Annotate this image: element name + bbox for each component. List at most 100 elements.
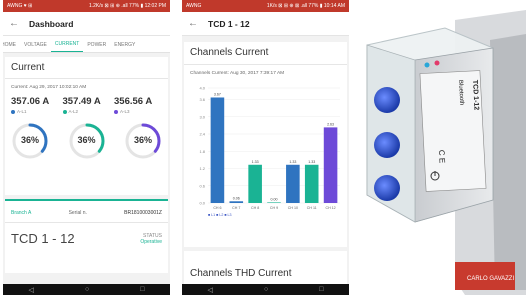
- tab-bar: HOME VOLTAGE CURRENT POWER ENERGY: [3, 36, 170, 53]
- gauge-l2: 36%: [68, 122, 106, 160]
- y-tick-label: 2.4: [199, 132, 205, 137]
- blue-button-top-icon: [374, 87, 400, 113]
- nav-back-icon[interactable]: ◁: [29, 286, 34, 294]
- y-tick-label: 0.6: [199, 183, 205, 188]
- status-label: STATUS: [143, 232, 162, 239]
- gauge-l3: 36%: [124, 122, 162, 160]
- gauge-l1-percent: 36%: [20, 135, 39, 145]
- x-tick-label: CH 10: [288, 206, 298, 210]
- status-bar: AWNG ♥ ⊞ 1.2K/s ⊠ ⊞ ⊕ .all 77% ▮ 12:02 P…: [3, 0, 170, 12]
- timestamp: Current: Aug 29, 2017 10:02:10 AM: [11, 85, 87, 90]
- section-title: Current: [11, 62, 45, 73]
- nav-back-icon[interactable]: ◁: [208, 286, 213, 294]
- timestamp: Channels Current: Aug 30, 2017 7:39:17 A…: [190, 71, 285, 76]
- android-nav-bar: ◁ ○ □: [3, 284, 170, 295]
- phase-l3-value: 356.56 A: [114, 96, 153, 107]
- y-tick-label: 3.6: [199, 97, 205, 102]
- phase-l1-value: 357.06 A: [11, 96, 50, 107]
- android-nav-bar: ◁ ○ □: [182, 284, 349, 295]
- bar-ch-6: [210, 97, 225, 203]
- channels-screen: AWNG 1K/s ⊠ ⊞ ⊕ ⊠ .all 77% ▮ 10:14 AM ← …: [182, 0, 349, 295]
- bar-ch-10: [286, 164, 300, 203]
- nav-home-icon[interactable]: ○: [264, 286, 268, 293]
- tab-voltage[interactable]: VOLTAGE: [20, 42, 51, 52]
- led-blue-icon: [424, 62, 430, 68]
- tab-current[interactable]: CURRENT: [50, 41, 84, 52]
- y-tick-label: 1.8: [199, 149, 205, 154]
- gauge-l1: 36%: [11, 122, 49, 160]
- status-right: 1K/s ⊠ ⊞ ⊕ ⊠ .all 77% ▮ 10:14 AM: [266, 3, 345, 9]
- back-arrow-icon[interactable]: ←: [9, 18, 23, 29]
- phase-l3-label: A-L3: [120, 109, 130, 114]
- phase-l2-value: 357.49 A: [62, 96, 101, 107]
- phase-value-l2: 357.49 A A-L2: [62, 96, 111, 114]
- ce-mark: C E: [437, 150, 447, 164]
- page-title: Dashboard: [29, 18, 74, 29]
- x-tick-label: CH 12: [325, 206, 335, 210]
- page-title: TCD 1 - 12: [208, 18, 250, 29]
- status-box: STATUS Operative: [140, 233, 162, 245]
- bar-ch-8: [248, 164, 262, 203]
- section2-title: Channels THD Current: [190, 268, 292, 279]
- y-tick-label: 3.0: [199, 114, 205, 119]
- channels-current-card: Channels Current Channels Current: Aug 3…: [184, 42, 347, 247]
- nav-recents-icon[interactable]: □: [319, 286, 323, 293]
- blue-button-bottom-icon: [374, 175, 400, 201]
- x-tick-label: CH 6: [213, 206, 221, 210]
- maker-text: CARLO GAVAZZI: [467, 276, 514, 282]
- status-left: AWNG ♥ ⊞: [7, 3, 33, 9]
- phase-value-l1: 357.06 A A-L1: [11, 96, 59, 114]
- serial-label: Serial n.: [68, 210, 87, 216]
- chart-legend: ■ L1 ■ L2 ■ L3: [208, 213, 232, 217]
- status-bar: AWNG 1K/s ⊠ ⊞ ⊕ ⊠ .all 77% ▮ 10:14 AM: [182, 0, 349, 12]
- app-bar: ← TCD 1 - 12: [182, 12, 349, 36]
- status-right: 1.2K/s ⊠ ⊞ ⊕ .all 77% ▮ 12:02 PM: [88, 3, 166, 9]
- bar-value-label: 0.00: [271, 197, 278, 201]
- x-tick-label: CH 8: [251, 206, 259, 210]
- app-bar: ← Dashboard: [3, 12, 170, 36]
- device-card[interactable]: Branch A Serial n. BR1810003001Z TCD 1 -…: [5, 199, 168, 273]
- tab-energy[interactable]: ENERGY: [110, 42, 139, 52]
- current-card: Current Current: Aug 29, 2017 10:02:10 A…: [5, 57, 168, 195]
- nav-recents-icon[interactable]: □: [140, 286, 144, 293]
- tab-home[interactable]: HOME: [3, 42, 20, 52]
- phase-value-l3: 356.56 A A-L3: [114, 96, 162, 114]
- bar-value-label: 0.06: [233, 196, 240, 200]
- y-tick-label: 4.0: [199, 86, 205, 91]
- phase-l2-label: A-L2: [68, 109, 79, 114]
- bar-value-label: 1.33: [252, 160, 259, 164]
- bar-value-label: 1.33: [289, 160, 296, 164]
- serial-value: BR1810003001Z: [124, 210, 162, 216]
- tab-power[interactable]: POWER: [83, 42, 110, 52]
- legend-dot-l3: [114, 109, 118, 114]
- branch-name: Branch A: [11, 210, 32, 216]
- bar-value-label: 2.63: [327, 122, 334, 126]
- y-tick-label: 1.2: [199, 166, 205, 171]
- gauge-row: 36% 36% 36%: [11, 122, 162, 160]
- status-left: AWNG: [186, 3, 202, 9]
- bar-value-label: 3.67: [214, 92, 221, 96]
- meter-side: [490, 34, 526, 290]
- nav-home-icon[interactable]: ○: [85, 286, 89, 293]
- bar-ch-9: [267, 202, 281, 203]
- legend-dot-l1: [11, 109, 15, 114]
- bar-ch-11: [304, 164, 319, 203]
- phase-l1-label: A-L1: [17, 109, 27, 114]
- x-tick-label: CH 9: [270, 206, 278, 210]
- device-photo: CARLO GAVAZZI TCD 1-12 Bluetooth C E: [366, 10, 526, 295]
- x-tick-label: CH 7: [232, 206, 240, 210]
- branch-row: Branch A Serial n. BR1810003001Z: [11, 210, 162, 216]
- section-title: Channels Current: [190, 47, 269, 58]
- blue-button-middle-icon: [374, 132, 400, 158]
- dashboard-screen: AWNG ♥ ⊞ 1.2K/s ⊠ ⊞ ⊕ .all 77% ▮ 12:02 P…: [3, 0, 170, 295]
- channels-bar-chart: 0.0 0.6 1.2 1.8 2.4 3.0 3.6 4.0 3.67 CH 6 0.06 CH 7…: [199, 86, 340, 217]
- bar-ch-7: [229, 201, 244, 203]
- status-value: Operative: [140, 238, 162, 245]
- gauge-l2-percent: 36%: [77, 135, 96, 145]
- led-red-icon: [434, 60, 440, 66]
- legend-dot-l2: [62, 109, 67, 114]
- bar-ch-12: [323, 127, 338, 203]
- bar-value-label: 1.33: [308, 160, 315, 164]
- back-arrow-icon[interactable]: ←: [188, 18, 202, 29]
- x-tick-label: CH 11: [307, 206, 317, 210]
